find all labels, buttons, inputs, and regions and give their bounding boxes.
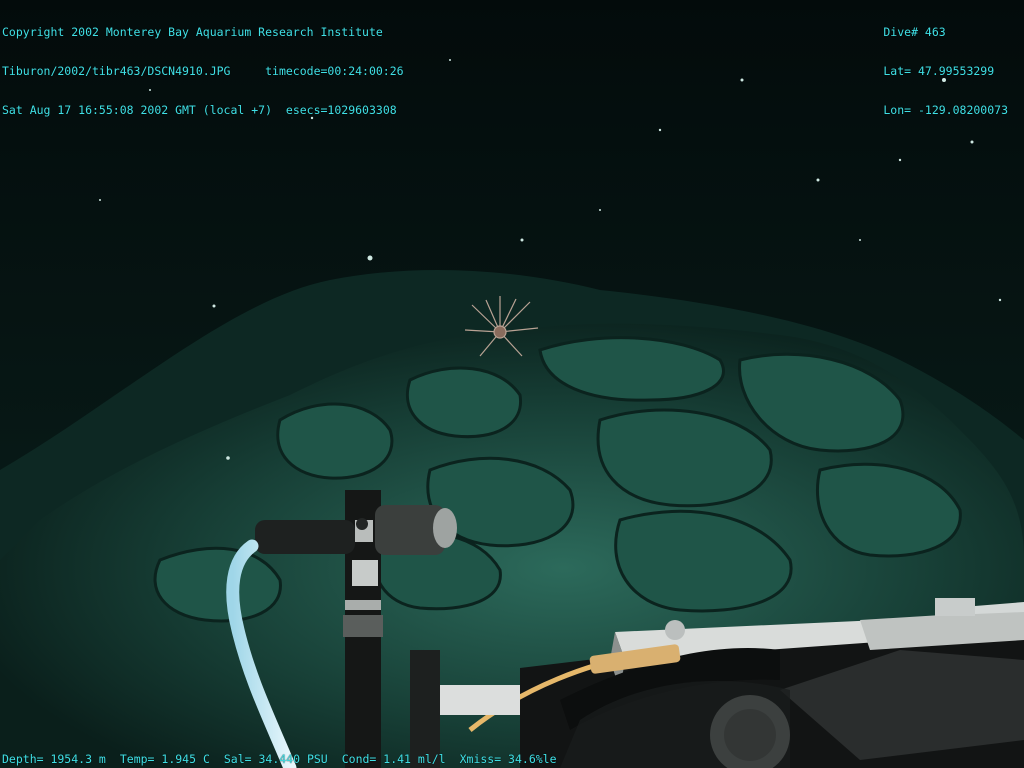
capture-date: Sat Aug 17 16:55:08 2002 GMT (local +7) (2, 103, 273, 117)
temperature-readout: Temp= 1.945 C (119, 752, 210, 766)
latitude: Lat= 47.99553299 (883, 64, 995, 78)
header-info-left: Copyright 2002 Monterey Bay Aquarium Res… (2, 0, 404, 130)
dive-number: Dive# 463 (883, 25, 946, 39)
transmissometer-readout: Xmiss= 34.6%le (459, 752, 557, 766)
file-timecode-line: Tiburon/2002/tibr463/DSCN4910.JPG timeco… (2, 65, 404, 78)
copyright-line: Copyright 2002 Monterey Bay Aquarium Res… (2, 25, 383, 39)
depth-readout: Depth= 1954.3 m (2, 752, 106, 766)
image-file: Tiburon/2002/tibr463/DSCN4910.JPG (2, 64, 231, 78)
header-info-right: Dive# 463 Lat= 47.99553299 Lon= -129.082… (883, 0, 1008, 130)
timecode: timecode=00:24:00:26 (265, 64, 404, 78)
salinity-readout: Sal= 34.440 PSU (223, 752, 328, 766)
esecs: esecs=1029603308 (285, 103, 397, 117)
date-esecs-line: Sat Aug 17 16:55:08 2002 GMT (local +7) … (2, 104, 404, 117)
sensor-readout-bar: Depth= 1954.3 m Temp= 1.945 C Sal= 34.440 … (2, 753, 571, 766)
longitude: Lon= -129.08200073 (883, 103, 1008, 117)
conductivity-readout: Cond= 1.41 ml/l (341, 752, 446, 766)
